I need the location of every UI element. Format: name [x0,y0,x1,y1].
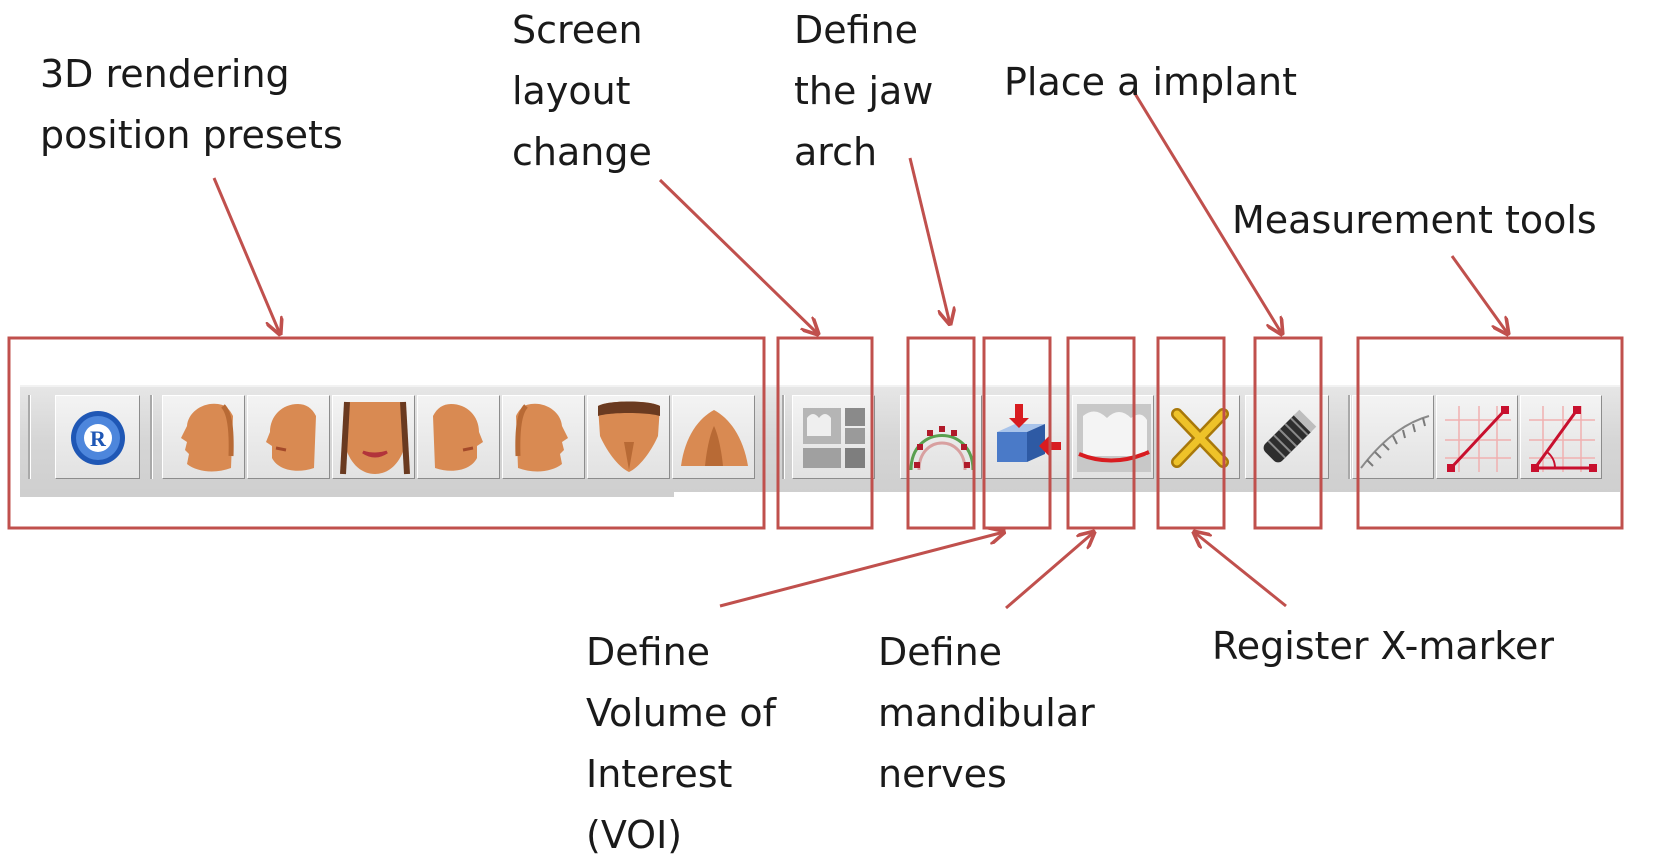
nerves-label: Define mandibular nerves [878,630,1095,796]
xmarker-leader-arrow [1194,532,1287,608]
voi-leader-arrow [719,532,1004,608]
voi-highlight-box [982,336,1052,530]
implant-highlight-box [1253,336,1323,530]
measure-label: Measurement tools [1232,198,1597,242]
jaw-label: Define the jaw arch [794,8,934,174]
voi-label: Define Volume of Interest (VOI) [586,630,777,857]
jaw-highlight-box [906,336,976,530]
nerves-highlight-box [1066,336,1136,530]
xmarker-highlight-box [1156,336,1226,530]
measure-highlight-box [1356,336,1624,530]
presets-highlight-box [7,336,766,530]
xmarker-label: Register X-marker [1212,624,1554,668]
presets-label: 3D rendering position presets [40,52,343,157]
presets-leader-arrow [212,177,280,334]
layout-label: Screen layout change [512,8,652,174]
layout-highlight-box [776,336,874,530]
implant-label: Place a implant [1004,60,1297,104]
nerves-leader-arrow [1005,532,1094,610]
measure-leader-arrow [1450,255,1508,334]
layout-leader-arrow [658,178,818,334]
